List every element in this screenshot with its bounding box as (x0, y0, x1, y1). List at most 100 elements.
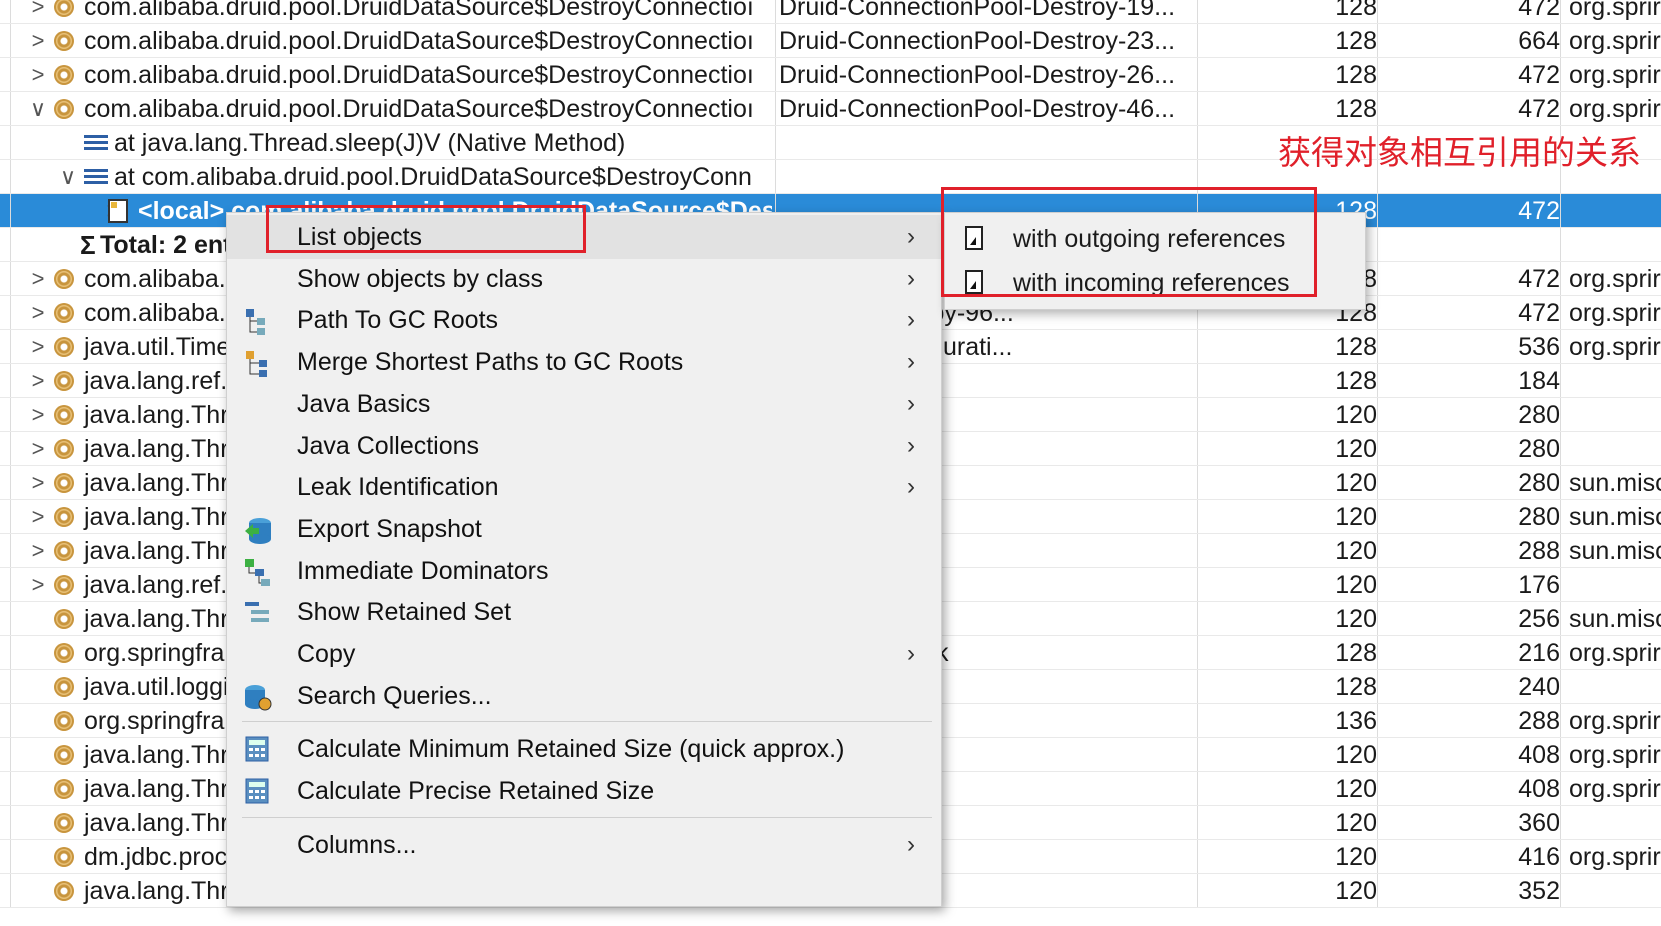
column-divider (10, 0, 11, 23)
menu-item-immediate-dominators[interactable]: Immediate Dominators (227, 549, 941, 593)
context-classloader-cell: org.sprir (1569, 265, 1661, 293)
context-classloader-cell: org.sprir (1569, 27, 1661, 55)
thread-gear-icon (54, 303, 74, 323)
column-divider (775, 58, 776, 91)
expand-toggle-icon[interactable]: > (27, 568, 49, 602)
column-divider (1560, 874, 1561, 907)
expand-toggle-icon[interactable]: > (27, 58, 49, 92)
column-divider (1560, 58, 1561, 91)
expand-toggle-icon[interactable]: > (27, 534, 49, 568)
context-classloader-cell: sun.misc (1569, 503, 1661, 531)
context-classloader-cell (1563, 228, 1661, 262)
column-divider (10, 364, 11, 397)
column-divider (10, 432, 11, 465)
context-classloader-cell: sun.misc (1569, 605, 1661, 633)
menu-item-path-to-gc-roots[interactable]: Path To GC Roots › (227, 298, 941, 342)
menu-item-leak-identification[interactable]: Leak Identification › (227, 465, 941, 509)
column-divider (10, 806, 11, 839)
chevron-right-icon: › (907, 389, 915, 417)
thread-name-cell (779, 126, 1199, 160)
retained-set-icon (243, 598, 273, 628)
column-divider (1197, 126, 1198, 159)
retained-heap-cell (1377, 228, 1560, 262)
expand-toggle-icon[interactable]: > (27, 24, 49, 58)
menu-item-merge-shortest-paths-to-gc-roots[interactable]: Merge Shortest Paths to GC Roots › (227, 340, 941, 384)
retained-heap-cell: 472 (1518, 61, 1560, 89)
object-name: at com.alibaba.druid.pool.DruidDataSourc… (114, 163, 752, 191)
expand-toggle-icon[interactable]: > (27, 466, 49, 500)
object-name: at java.lang.Thread.sleep(J)V (Native Me… (114, 129, 626, 157)
column-divider (1560, 296, 1561, 329)
column-divider (775, 0, 776, 23)
chevron-right-icon: › (907, 473, 915, 501)
column-divider (10, 58, 11, 91)
menu-item-export-snapshot[interactable]: Export Snapshot (227, 507, 941, 551)
column-divider (1377, 874, 1378, 907)
column-divider (1197, 432, 1198, 465)
context-classloader-cell: sun.misc (1569, 537, 1661, 565)
retained-heap-cell: 256 (1518, 605, 1560, 633)
name-cell: > com.alibaba.druid.pool.DruidDataSource$… (10, 58, 772, 92)
thread-gear-icon (54, 337, 74, 357)
column-divider (1560, 398, 1561, 431)
menu-item-show-objects-by-class[interactable]: Show objects by class › (227, 257, 941, 301)
shallow-heap-cell: 120 (1335, 605, 1377, 633)
table-row[interactable]: > com.alibaba.druid.pool.DruidDataSource$… (0, 24, 1661, 58)
shallow-heap-cell: 128 (1335, 27, 1377, 55)
thread-gear-icon (54, 269, 74, 289)
table-row[interactable]: > com.alibaba.druid.pool.DruidDataSource$… (0, 58, 1661, 92)
menu-item-label: Show objects by class (297, 264, 543, 293)
menu-separator (242, 721, 932, 723)
column-divider (1197, 466, 1198, 499)
menu-item-calculate-precise-retained-size[interactable]: Calculate Precise Retained Size (227, 769, 941, 813)
menu-item-search-queries[interactable]: Search Queries... (227, 674, 941, 718)
menu-item-show-retained-set[interactable]: Show Retained Set (227, 590, 941, 634)
calculator-icon (243, 735, 273, 765)
context-menu[interactable]: List objects › Show objects by class › Path … (226, 212, 942, 907)
thread-name-cell: Druid-ConnectionPool-Destroy-46... (779, 95, 1176, 123)
retained-heap-cell: 280 (1518, 435, 1560, 463)
column-divider (1377, 466, 1378, 499)
shallow-heap-cell: 128 (1335, 333, 1377, 361)
thread-gear-icon (54, 847, 74, 867)
context-classloader-cell: org.sprir (1569, 707, 1661, 735)
expand-toggle-icon[interactable]: > (27, 0, 49, 24)
retained-heap-cell: 472 (1518, 95, 1560, 123)
sum-icon: Σ (80, 230, 96, 260)
local-variable-icon (108, 199, 128, 223)
shallow-heap-cell: 120 (1335, 571, 1377, 599)
expand-toggle-icon[interactable]: > (27, 500, 49, 534)
column-divider (1197, 772, 1198, 805)
context-classloader-cell (1563, 874, 1661, 908)
column-divider (1197, 398, 1198, 431)
expand-toggle-icon[interactable]: > (27, 296, 49, 330)
context-classloader-cell (1563, 806, 1661, 840)
retained-heap-cell: 416 (1518, 843, 1560, 871)
menu-item-java-basics[interactable]: Java Basics › (227, 382, 941, 426)
menu-item-copy[interactable]: Copy › (227, 632, 941, 676)
expand-toggle-icon[interactable]: > (27, 432, 49, 466)
expand-toggle-icon[interactable]: ∨ (57, 160, 79, 194)
column-divider (1377, 92, 1378, 125)
retained-heap-cell: 472 (1518, 265, 1560, 293)
thread-gear-icon (54, 881, 74, 901)
table-row[interactable]: > com.alibaba.druid.pool.DruidDataSource$… (0, 0, 1661, 24)
shallow-heap-cell: 120 (1335, 843, 1377, 871)
expand-toggle-icon[interactable]: > (27, 330, 49, 364)
menu-item-calculate-minimum-retained-size-quick-approx[interactable]: Calculate Minimum Retained Size (quick a… (227, 727, 941, 771)
thread-name-cell: Druid-ConnectionPool-Destroy-26... (779, 61, 1176, 89)
expand-toggle-icon[interactable]: ∨ (27, 92, 49, 126)
column-divider (1197, 738, 1198, 771)
expand-toggle-icon[interactable]: > (27, 364, 49, 398)
column-divider (1560, 840, 1561, 873)
menu-item-columns[interactable]: Columns... › (227, 823, 941, 867)
expand-toggle-icon[interactable]: > (27, 398, 49, 432)
retained-heap-cell: 184 (1518, 367, 1560, 395)
object-name: com.alibaba.druid.pool.DruidDataSource$D… (84, 61, 754, 89)
menu-item-label: Merge Shortest Paths to GC Roots (297, 348, 684, 377)
shallow-heap-cell: 128 (1335, 367, 1377, 395)
shallow-heap-cell: 128 (1335, 0, 1377, 21)
menu-item-java-collections[interactable]: Java Collections › (227, 424, 941, 468)
expand-toggle-icon[interactable]: > (27, 262, 49, 296)
table-row[interactable]: ∨ com.alibaba.druid.pool.DruidDataSource$… (0, 92, 1661, 126)
